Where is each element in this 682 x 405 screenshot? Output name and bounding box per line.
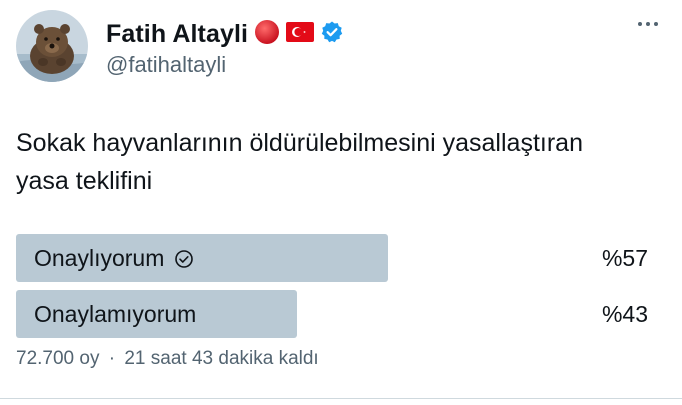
more-options-icon[interactable] — [638, 16, 662, 32]
poll: Onaylıyorum %57 Onaylamıyorum %43 — [16, 234, 666, 346]
poll-time-left: 21 saat 43 dakika kaldı — [124, 348, 319, 369]
poll-vote-count: 72.700 oy — [16, 348, 100, 369]
poll-option-approve[interactable]: Onaylıyorum %57 — [16, 234, 666, 282]
red-circle-emoji-icon — [254, 19, 280, 50]
poll-footer: 72.700 oy · 21 saat 43 dakika kaldı — [16, 348, 319, 370]
author-handle[interactable]: @fatihaltayli — [106, 52, 226, 78]
avatar[interactable] — [16, 10, 88, 82]
bear-photo-avatar — [16, 10, 88, 82]
divider — [0, 398, 682, 399]
poll-option-reject[interactable]: Onaylamıyorum %43 — [16, 290, 666, 338]
turkey-flag-icon — [286, 21, 315, 47]
display-name[interactable]: Fatih Altayli — [106, 20, 248, 49]
name-row: Fatih Altayli — [106, 18, 344, 50]
tweet-text-line: Sokak hayvanlarının öldürülebilmesini ya… — [16, 129, 583, 157]
poll-option-percent: %43 — [601, 300, 648, 327]
tweet-text-line: yasa teklifini — [16, 167, 153, 195]
poll-option-label: Onaylamıyorum — [34, 300, 197, 327]
separator-dot: · — [108, 348, 116, 369]
tweet-text: Sokak hayvanlarının öldürülebilmesini ya… — [16, 124, 656, 200]
verified-badge-icon[interactable] — [320, 20, 344, 49]
poll-option-label: Onaylıyorum — [34, 244, 165, 271]
selected-check-icon — [174, 248, 194, 268]
poll-option-percent: %57 — [601, 244, 648, 271]
tweet-header: Fatih Altayli @fatihaltayli — [16, 10, 666, 82]
